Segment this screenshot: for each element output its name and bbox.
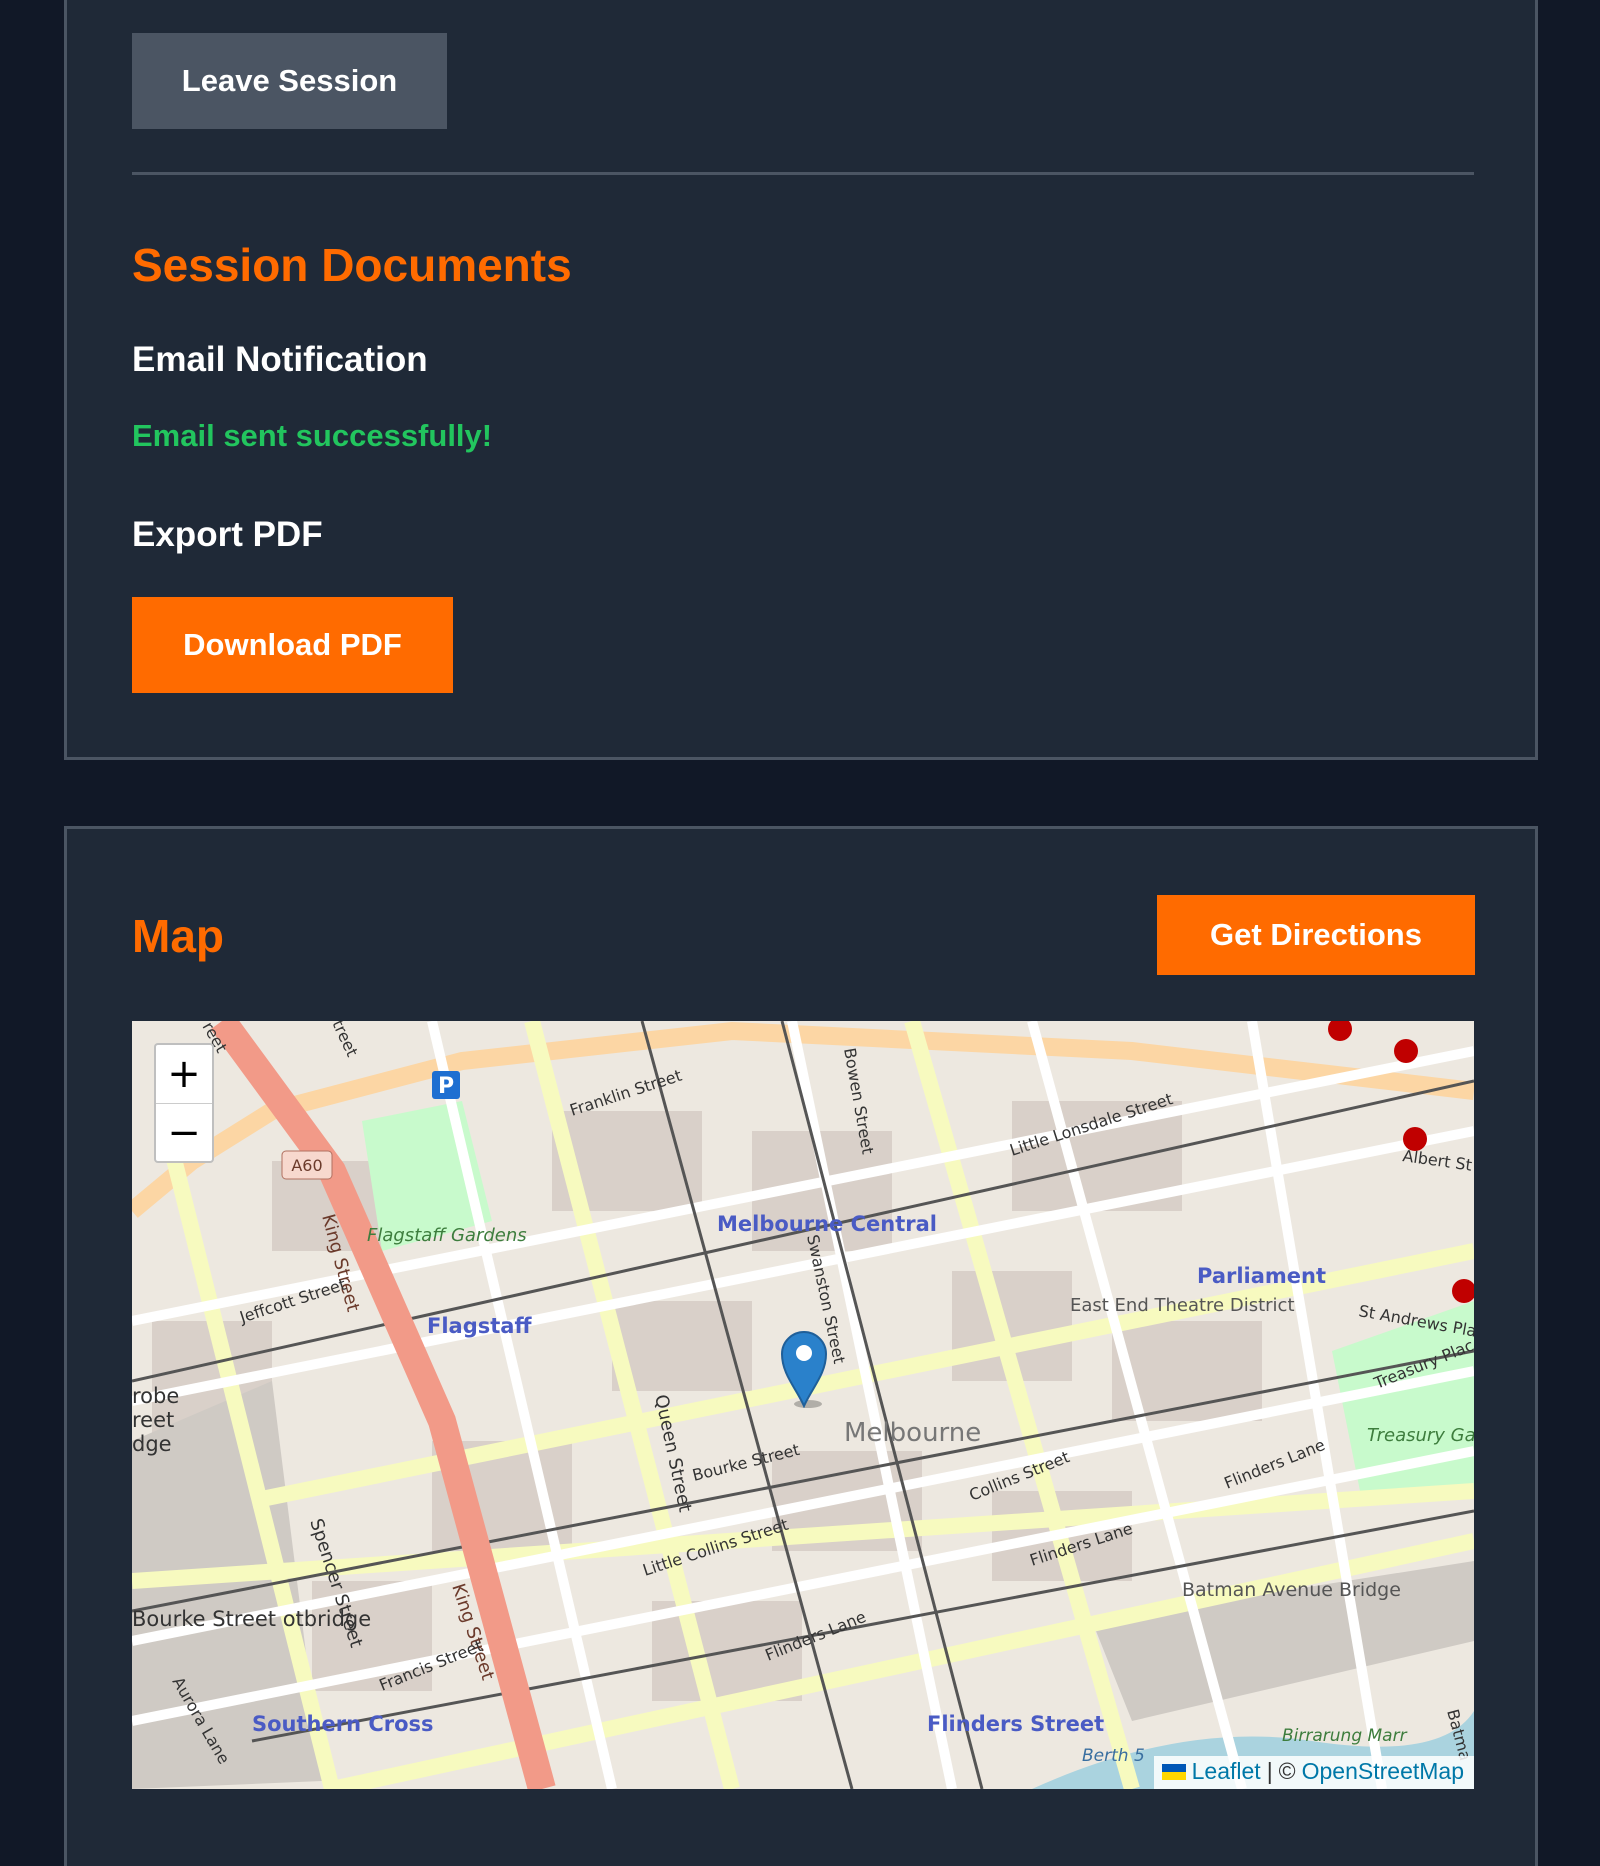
map-label: Birrarung Marr [1282,1726,1408,1746]
map-title: Map [132,910,224,962]
export-pdf-heading: Export PDF [132,515,323,554]
map-label: Parliament [1197,1264,1326,1288]
ukraine-flag-icon [1161,1763,1186,1780]
map-label: Melbourne Central [717,1212,937,1236]
map-label: reet [132,1408,174,1432]
divider [132,172,1474,175]
location-marker-icon[interactable] [778,1326,830,1408]
map-label: Flinders Street [927,1712,1104,1736]
copyright-symbol: © [1278,1758,1296,1784]
road-badge: A60 [291,1156,322,1175]
map-card: Map Get Directions A60 P Franklin Street… [64,826,1538,1866]
map-attribution: Leaflet | © OpenStreetMap [1153,1756,1474,1789]
map-label: Berth 5 [1082,1746,1145,1766]
get-directions-button[interactable]: Get Directions [1157,895,1475,975]
leaflet-link[interactable]: Leaflet [1192,1758,1261,1785]
svg-text:P: P [438,1074,454,1099]
map-label: Southern Cross [252,1712,434,1736]
attribution-separator: | [1266,1758,1273,1784]
map-label: Bourke Street otbridge [132,1607,371,1631]
map-label: Batman Avenue Bridge [1182,1579,1401,1601]
session-documents-title: Session Documents [132,239,572,291]
zoom-in-button[interactable]: + [156,1045,212,1104]
email-notification-heading: Email Notification [132,340,428,379]
download-pdf-button[interactable]: Download PDF [132,597,453,693]
map-label: robe [132,1384,179,1408]
leave-session-button[interactable]: Leave Session [132,33,447,129]
map-label: Flagstaff [427,1314,532,1338]
session-card: Leave Session Session Documents Email No… [64,0,1538,760]
map-label: East End Theatre District [1070,1295,1295,1316]
map-view[interactable]: A60 P Franklin Street Bowen Street Littl… [132,1021,1474,1789]
map-label: Treasury Gardens [1367,1425,1474,1446]
map-label: Melbourne [844,1418,981,1448]
email-status-message: Email sent successfully! [132,418,493,453]
zoom-control: + − [154,1043,214,1163]
map-label: dge [132,1432,172,1456]
openstreetmap-link[interactable]: OpenStreetMap [1302,1758,1464,1785]
zoom-out-button[interactable]: − [156,1104,212,1162]
map-label: Flagstaff Gardens [367,1225,527,1246]
